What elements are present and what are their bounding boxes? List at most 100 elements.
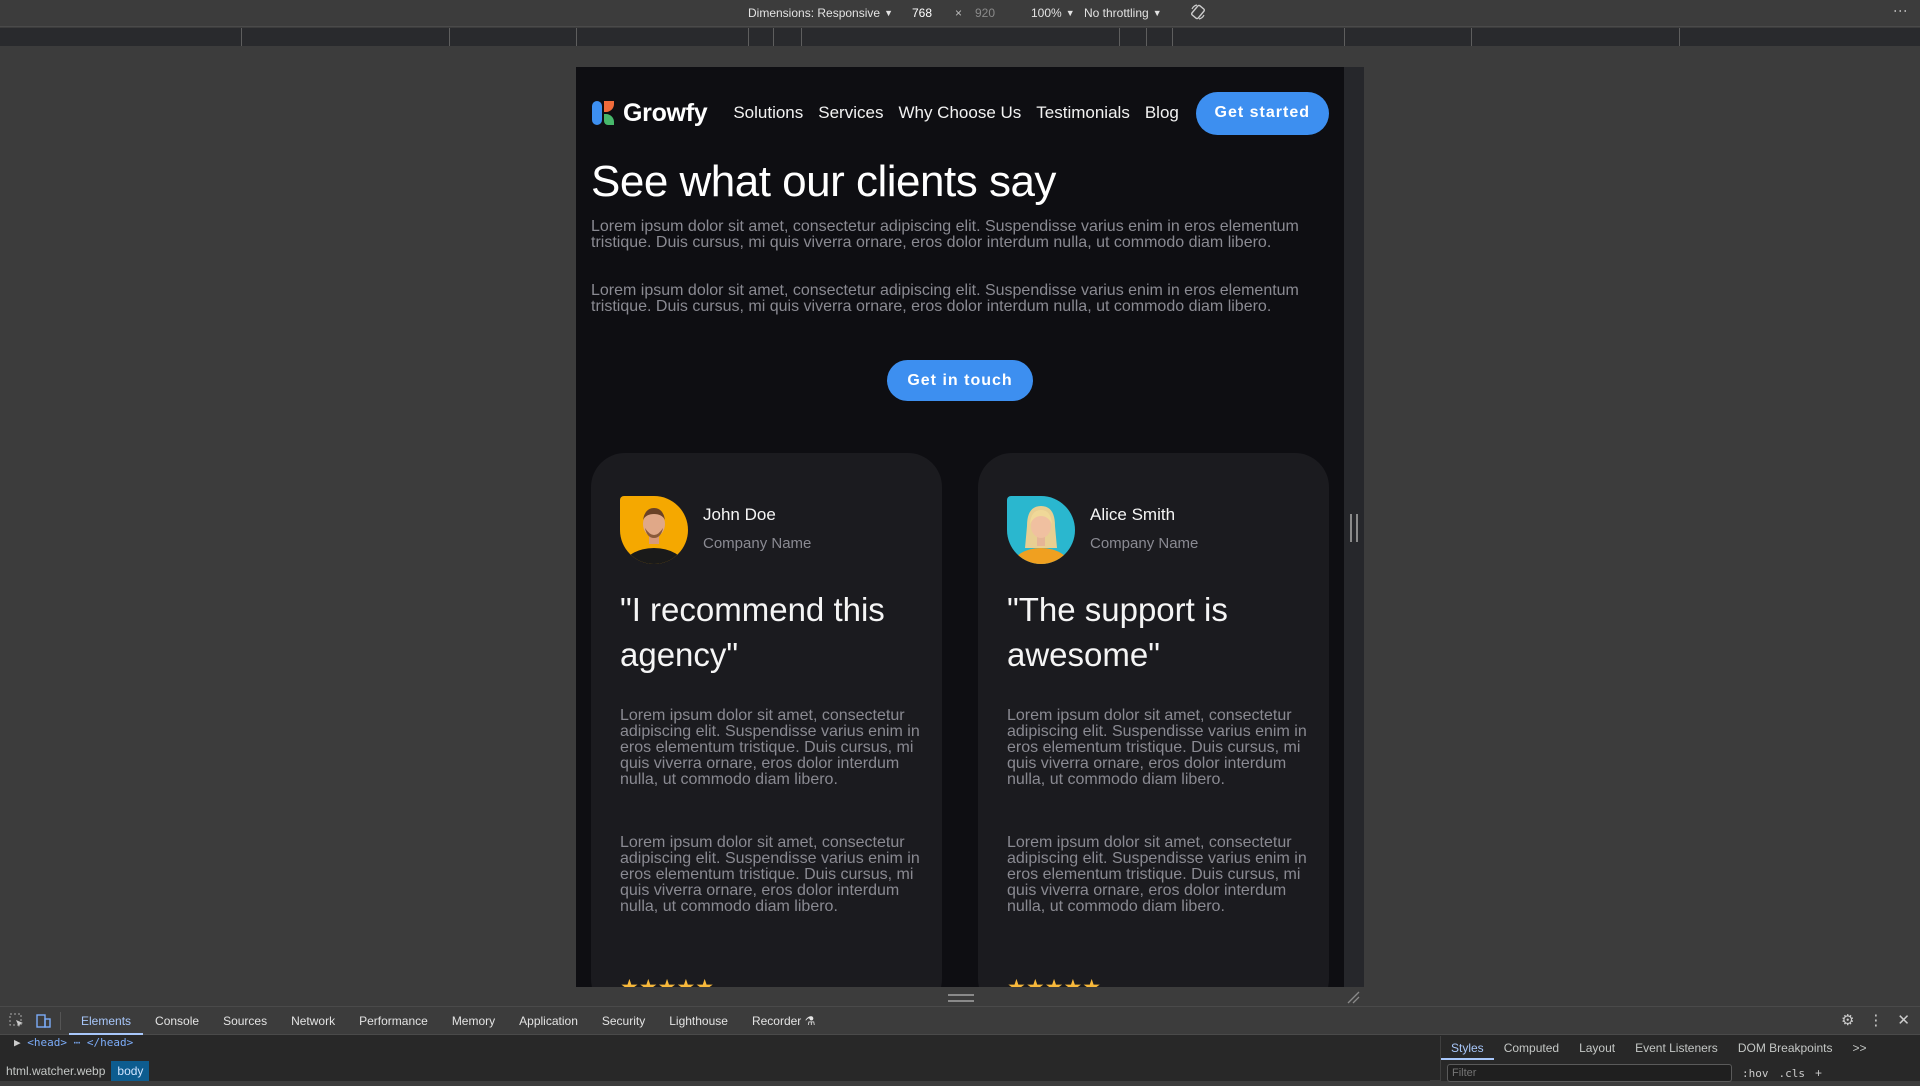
- inspect-element-icon[interactable]: [8, 1012, 26, 1030]
- star-rating: ★★★★★: [1007, 975, 1101, 987]
- nav-link-blog[interactable]: Blog: [1145, 103, 1179, 123]
- dimensions-label: Dimensions: Responsive: [748, 6, 881, 20]
- brand-name: Growfy: [623, 98, 708, 127]
- settings-gear-icon[interactable]: ⚙: [1841, 1011, 1854, 1029]
- device-toolbar: Dimensions: Responsive ▼ 768 × 920 100% …: [0, 0, 1920, 27]
- get-in-touch-button[interactable]: Get in touch: [887, 360, 1033, 401]
- caret-down-icon: ▼: [1152, 8, 1162, 18]
- tab-elements[interactable]: Elements: [69, 1007, 144, 1035]
- mq-marker[interactable]: [1471, 28, 1472, 46]
- mq-marker[interactable]: [1679, 28, 1680, 46]
- rotate-button[interactable]: [1189, 3, 1207, 21]
- nav-links: Solutions Services Why Choose Us Testimo…: [733, 103, 1179, 123]
- tab-memory[interactable]: Memory: [440, 1007, 507, 1035]
- divider: [60, 1011, 61, 1030]
- testimonial-paragraph: Lorem ipsum dolor sit amet, consectetur …: [1007, 834, 1307, 915]
- tab-event-listeners[interactable]: Event Listeners: [1625, 1036, 1728, 1060]
- testimonial-paragraph: Lorem ipsum dolor sit amet, consectetur …: [1007, 707, 1307, 788]
- nav-link-testimonials[interactable]: Testimonials: [1036, 103, 1130, 123]
- more-tabs-chevron-icon[interactable]: >>: [1843, 1036, 1877, 1060]
- get-started-button[interactable]: Get started: [1195, 91, 1329, 135]
- tab-recorder[interactable]: Recorder ⚗: [740, 1007, 827, 1035]
- testimonial-card: John Doe Company Name "I recommend this …: [591, 453, 942, 987]
- testimonial-paragraph: Lorem ipsum dolor sit amet, consectetur …: [620, 834, 920, 915]
- dom-tree[interactable]: ▶ <head> ⋯ </head>: [0, 1036, 1430, 1061]
- resize-corner-icon[interactable]: [1346, 990, 1360, 1004]
- zoom-dropdown[interactable]: 100% ▼: [1031, 6, 1075, 20]
- client-company: Company Name: [1090, 535, 1199, 552]
- styles-filter-input[interactable]: [1447, 1064, 1732, 1082]
- width-value: 768: [912, 6, 933, 20]
- tab-lighthouse[interactable]: Lighthouse: [657, 1007, 740, 1035]
- tab-performance[interactable]: Performance: [347, 1007, 440, 1035]
- close-icon[interactable]: ✕: [1897, 1011, 1910, 1029]
- mq-marker[interactable]: [801, 28, 802, 46]
- mq-marker[interactable]: [1146, 28, 1147, 46]
- dom-node-head[interactable]: <head> ⋯ </head>: [27, 1036, 133, 1049]
- caret-down-icon: ▼: [884, 8, 893, 18]
- nav-link-services[interactable]: Services: [818, 103, 883, 123]
- mq-marker[interactable]: [1119, 28, 1120, 46]
- zoom-value: 100%: [1031, 6, 1062, 20]
- testimonial-card: Alice Smith Company Name "The support is…: [978, 453, 1329, 987]
- tab-application[interactable]: Application: [507, 1007, 590, 1035]
- tab-layout[interactable]: Layout: [1569, 1036, 1625, 1060]
- mq-marker[interactable]: [576, 28, 577, 46]
- device-toggle-icon[interactable]: [34, 1012, 52, 1030]
- testimonial-paragraph: Lorem ipsum dolor sit amet, consectetur …: [620, 707, 920, 788]
- tab-network[interactable]: Network: [279, 1007, 347, 1035]
- add-rule-icon[interactable]: +: [1815, 1066, 1822, 1080]
- breadcrumb-html[interactable]: html.watcher.webp: [0, 1061, 111, 1081]
- tab-styles[interactable]: Styles: [1441, 1036, 1494, 1060]
- rotate-icon: [1190, 4, 1206, 20]
- hero-paragraph: Lorem ipsum dolor sit amet, consectetur …: [591, 282, 1299, 315]
- nav-link-why-choose-us[interactable]: Why Choose Us: [898, 103, 1021, 123]
- page-viewport: Growfy Solutions Services Why Choose Us …: [576, 67, 1344, 987]
- mq-marker[interactable]: [1172, 28, 1173, 46]
- mq-marker[interactable]: [773, 28, 774, 46]
- tab-dom-breakpoints[interactable]: DOM Breakpoints: [1728, 1036, 1843, 1060]
- client-name: Alice Smith: [1090, 505, 1176, 524]
- woman-portrait-icon: [1011, 506, 1071, 564]
- times-symbol: ×: [955, 6, 962, 20]
- height-value: 920: [975, 6, 996, 20]
- tab-sources[interactable]: Sources: [211, 1007, 279, 1035]
- nav-link-solutions[interactable]: Solutions: [733, 103, 803, 123]
- breadcrumb-body[interactable]: body: [111, 1061, 150, 1081]
- testimonial-quote: "The support is awesome": [1007, 591, 1228, 673]
- mq-marker[interactable]: [748, 28, 749, 46]
- devtools-actions: ⚙ ⋮ ✕: [1841, 1011, 1910, 1029]
- dimensions-dropdown[interactable]: Dimensions: Responsive ▼: [748, 6, 893, 20]
- client-name: John Doe: [703, 505, 776, 524]
- more-options-icon[interactable]: ⋮: [1893, 4, 1909, 18]
- styles-filter-row: :hov .cls +: [1441, 1060, 1920, 1086]
- brand-logo[interactable]: Growfy: [591, 98, 708, 128]
- resize-handle-right[interactable]: [1350, 514, 1358, 542]
- devtools-tab-bar: Elements Console Sources Network Perform…: [0, 1007, 1920, 1035]
- styles-tab-bar: Styles Computed Layout Event Listeners D…: [1441, 1036, 1920, 1060]
- tab-security[interactable]: Security: [590, 1007, 657, 1035]
- height-input[interactable]: 920: [975, 6, 995, 20]
- resize-handle-bottom[interactable]: [948, 994, 974, 1002]
- devtools-panel: Elements Console Sources Network Perform…: [0, 1006, 1920, 1082]
- avatar: [1007, 496, 1075, 564]
- mq-marker[interactable]: [1344, 28, 1345, 46]
- hover-state-toggle[interactable]: :hov: [1742, 1067, 1769, 1080]
- class-toggle[interactable]: .cls: [1779, 1067, 1806, 1080]
- client-company: Company Name: [703, 535, 812, 552]
- tab-recorder-label: Recorder: [751, 1013, 802, 1028]
- media-query-bar[interactable]: [0, 28, 1920, 46]
- mq-marker[interactable]: [449, 28, 450, 46]
- tab-computed[interactable]: Computed: [1494, 1036, 1569, 1060]
- page-title: See what our clients say: [591, 157, 1056, 206]
- mq-marker[interactable]: [241, 28, 242, 46]
- tab-console[interactable]: Console: [143, 1007, 211, 1035]
- throttling-dropdown[interactable]: No throttling ▼: [1084, 6, 1162, 20]
- width-input[interactable]: 768: [912, 6, 932, 20]
- more-options-icon[interactable]: ⋮: [1868, 1011, 1883, 1029]
- testimonial-quote: "I recommend this agency": [620, 591, 885, 673]
- man-portrait-icon: [624, 508, 684, 564]
- dom-breadcrumbs: html.watcher.webp body: [0, 1061, 1430, 1081]
- styles-pane: Styles Computed Layout Event Listeners D…: [1440, 1036, 1920, 1082]
- expand-triangle-icon[interactable]: ▶: [14, 1036, 21, 1049]
